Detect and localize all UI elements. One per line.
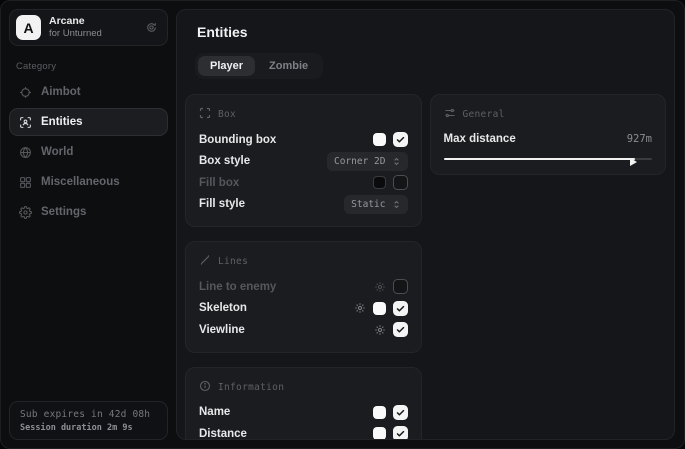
setting-label: Fill box [199,177,373,189]
sidebar-item-world[interactable]: World [9,138,168,166]
setting-row-line-to-enemy: Line to enemy [199,276,408,298]
color-swatch[interactable] [373,406,386,419]
sidebar-item-label: World [41,146,73,158]
app-subtitle: for Unturned [49,28,102,40]
setting-row-name: Name [199,402,408,424]
distance-checkbox[interactable] [393,426,408,440]
setting-label: Distance [199,428,373,440]
app-header-card: A Arcane for Unturned [9,9,168,46]
sliders-icon [444,107,456,122]
setting-row-distance: Distance [199,423,408,440]
layout-grid-icon [19,176,32,189]
section-title: Lines [218,256,248,267]
setting-label: Viewline [199,324,374,336]
color-swatch[interactable] [373,176,386,189]
bounding-box-checkbox[interactable] [393,132,408,147]
setting-row-skeleton: Skeleton [199,298,408,320]
tab-zombie[interactable]: Zombie [257,56,320,76]
app-logo-letter: A [23,20,33,36]
setting-row-viewline: Viewline [199,319,408,341]
chevron-updown-icon [392,200,401,209]
dropdown-value: Corner 2D [334,156,385,167]
crosshair-icon [19,86,32,99]
main-panel: Entities Player Zombie Box [176,9,675,440]
entity-tabs: Player Zombie [195,53,323,79]
sub-expiry-text: Sub expires in 42d 08h [20,409,157,420]
setting-label: Line to enemy [199,281,374,293]
gear-icon[interactable] [374,324,386,336]
setting-label: Skeleton [199,302,354,314]
globe-icon [19,146,32,159]
max-distance-value: 927m [627,133,652,145]
viewline-checkbox[interactable] [393,322,408,337]
slider-thumb-icon[interactable] [630,158,637,166]
sidebar: A Arcane for Unturned Category [1,1,176,448]
color-swatch[interactable] [373,302,386,315]
sidebar-item-settings[interactable]: Settings [9,198,168,226]
sidebar-item-aimbot[interactable]: Aimbot [9,78,168,106]
max-distance-slider-fill [444,158,636,161]
line-to-enemy-checkbox[interactable] [393,279,408,294]
color-swatch[interactable] [373,427,386,440]
lines-section-card: Lines Line to enemy [185,241,422,353]
box-corners-icon [199,107,211,122]
box-section-card: Box Bounding box Box style [185,94,422,227]
category-label: Category [16,61,168,72]
section-title: Box [218,109,236,120]
app-name: Arcane [49,15,102,28]
sidebar-item-miscellaneous[interactable]: Miscellaneous [9,168,168,196]
arcane-window: A Arcane for Unturned Category [0,0,685,449]
scan-person-icon [19,116,32,129]
skeleton-checkbox[interactable] [393,301,408,316]
max-distance-slider[interactable] [444,154,653,163]
fill-style-dropdown[interactable]: Static [344,195,407,214]
app-logo: A [16,15,41,40]
setting-label: Bounding box [199,134,373,146]
setting-label: Name [199,406,373,418]
gear-icon[interactable] [354,302,366,314]
setting-row-fill-style: Fill style Static [199,194,408,216]
section-title: Information [218,382,284,393]
page-title: Entities [197,24,666,40]
info-icon [199,380,211,395]
sidebar-item-label: Aimbot [41,86,81,98]
subscription-info-card: Sub expires in 42d 08h Session duration … [9,401,168,440]
gear-icon[interactable] [374,281,386,293]
setting-row-bounding-box: Bounding box [199,129,408,151]
sidebar-item-label: Miscellaneous [41,176,120,188]
sidebar-item-entities[interactable]: Entities [9,108,168,136]
setting-label: Box style [199,155,327,167]
setting-label: Fill style [199,198,344,210]
box-style-dropdown[interactable]: Corner 2D [327,152,407,171]
general-section-card: General Max distance 927m [430,94,667,175]
setting-row-fill-box: Fill box [199,172,408,194]
chevron-updown-icon [392,157,401,166]
session-duration-text: Session duration 2m 9s [20,423,157,433]
setting-row-max-distance: Max distance 927m [444,129,653,149]
dropdown-value: Static [351,199,385,210]
information-section-card: Information Name Distance [185,367,422,441]
sidebar-item-label: Settings [41,206,86,218]
setting-label: Max distance [444,133,627,145]
sidebar-nav: Aimbot Entities World [9,78,168,226]
tab-player[interactable]: Player [198,56,255,76]
sidebar-item-label: Entities [41,116,83,128]
setting-row-box-style: Box style Corner 2D [199,151,408,173]
name-checkbox[interactable] [393,405,408,420]
sync-icon[interactable] [145,21,158,34]
section-title: General [463,109,505,120]
fill-box-checkbox[interactable] [393,175,408,190]
gear-icon [19,206,32,219]
app-title-block: Arcane for Unturned [49,15,102,40]
color-swatch[interactable] [373,133,386,146]
diagonal-line-icon [199,254,211,269]
